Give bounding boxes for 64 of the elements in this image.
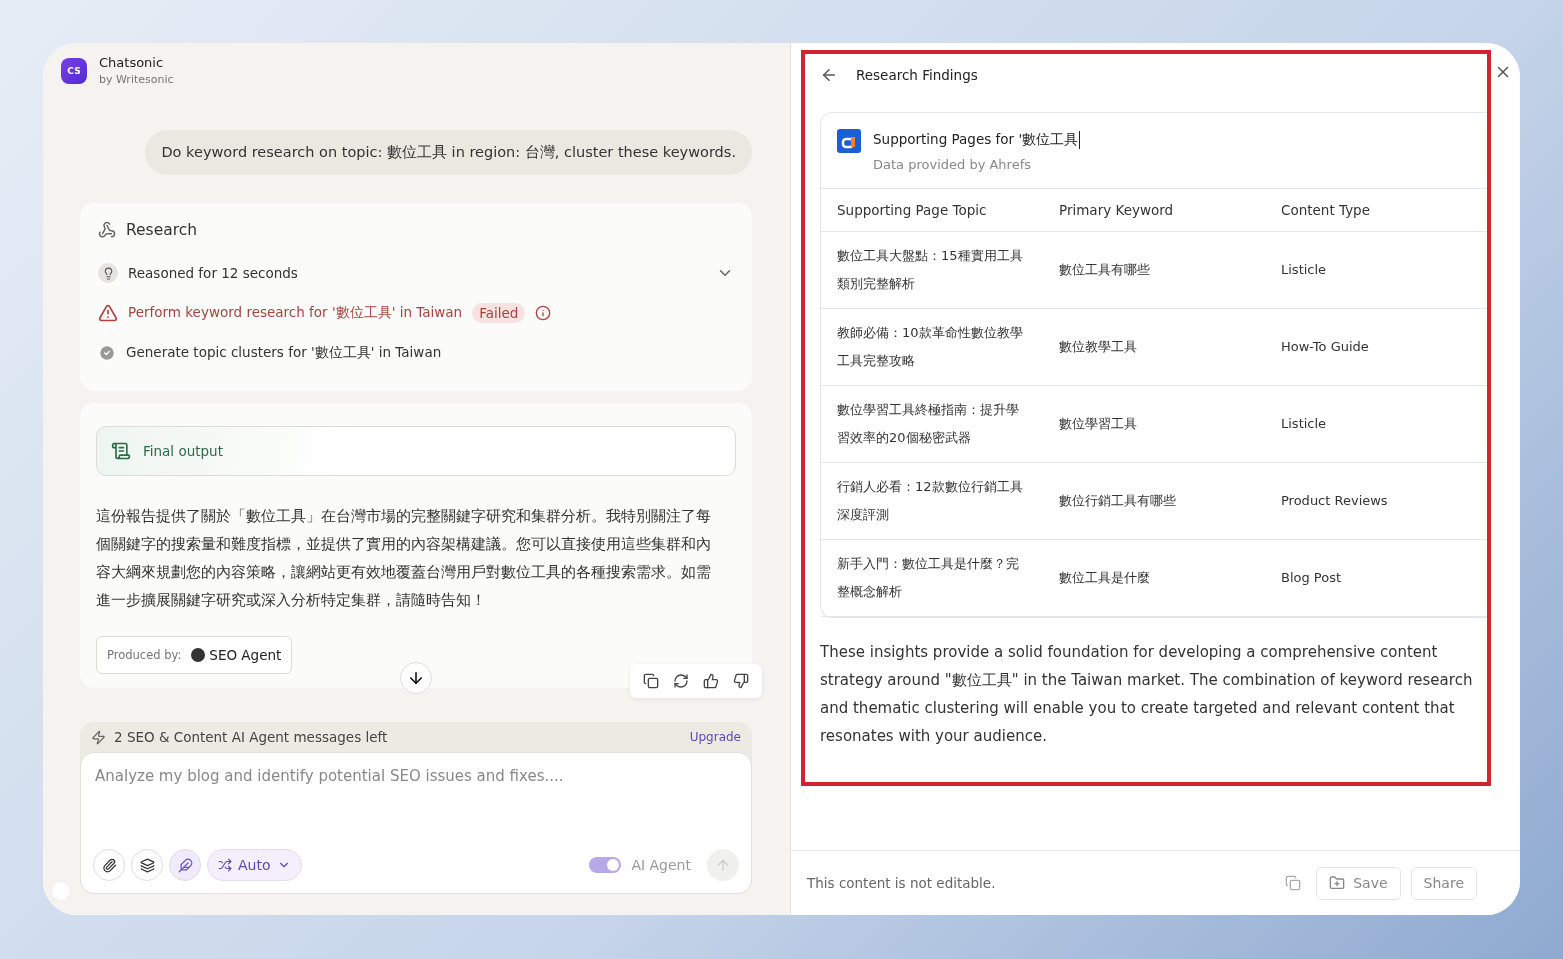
column-header: Supporting Page Topic	[821, 189, 1043, 231]
paperclip-icon	[101, 857, 117, 873]
final-output-header[interactable]: Final output	[96, 426, 736, 476]
research-title: Research	[126, 221, 198, 239]
ahrefs-logo-icon	[837, 129, 861, 153]
table-cell: 數位學習工具	[1043, 385, 1265, 462]
check-circle-icon	[98, 344, 116, 362]
feather-button[interactable]	[169, 849, 201, 881]
table-cell: 數位工具有哪些	[1043, 231, 1265, 308]
shuffle-icon	[218, 858, 232, 872]
app-byline: by Writesonic	[99, 73, 174, 86]
card-subtitle: Data provided by Ahrefs	[873, 157, 1032, 172]
table-cell: Listicle	[1265, 385, 1487, 462]
avatar-icon	[191, 648, 206, 662]
table-cell: 數位教學工具	[1043, 308, 1265, 385]
info-icon[interactable]	[535, 305, 552, 321]
status-badge: Failed	[472, 303, 526, 323]
step-text: Perform keyword research for '數位工具' in Taiwan	[128, 304, 463, 322]
table-cell: Blog Post	[1265, 539, 1487, 616]
step-text: Reasoned for 12 seconds	[128, 265, 298, 281]
mode-dropdown[interactable]: Auto	[207, 849, 302, 881]
column-header: Primary Keyword	[1043, 189, 1265, 231]
user-message: Do keyword research on topic: 數位工具 in region: 台灣, cluster these keywords.	[145, 130, 752, 175]
column-header: Content Type	[1265, 189, 1487, 231]
table-cell: How-To Guide	[1265, 308, 1487, 385]
table-cell: 行銷人必看：12款數位行銷工具深度評測	[821, 462, 1043, 539]
table-cell: 新手入門：數位工具是什麼？完整概念解析	[821, 539, 1043, 616]
scroll-icon	[111, 441, 131, 461]
table-cell: 數位學習工具終極指南：提升學習效率的20個秘密武器	[821, 385, 1043, 462]
summary-text: These insights provide a solid foundation for developing a comprehensive content strategy around "數位工具" in the Taiwan market. The combination of keyword research and thematic clustering will enable you to create targeted and relevant content that resonates with your audience.	[820, 641, 1474, 747]
app-name: Chatsonic	[99, 55, 165, 70]
agent-label: AI Agent	[631, 857, 691, 873]
warning-icon	[98, 303, 118, 323]
feather-icon	[177, 857, 193, 873]
produced-by-label: Produced by:	[107, 648, 182, 662]
scroll-down-button[interactable]	[400, 662, 432, 694]
agent-toggle[interactable]	[589, 857, 622, 873]
final-output-title: Final output	[143, 443, 223, 459]
table-cell: 數位工具大盤點：15種實用工具類別完整解析	[821, 231, 1043, 308]
table-cell: 數位工具是什麼	[1043, 539, 1265, 616]
agent-name: SEO Agent	[191, 647, 282, 663]
layers-icon	[139, 857, 155, 873]
card-title: Supporting Pages for '數位工具	[873, 131, 1081, 149]
upgrade-link[interactable]: Upgrade	[689, 730, 741, 744]
message-input[interactable]: Analyze my blog and identify potential SEO issues and fixes.... Auto AI Agent	[80, 752, 752, 894]
arrow-down-icon	[407, 669, 425, 687]
share-button[interactable]: Share	[1410, 866, 1477, 900]
attach-button[interactable]	[93, 849, 125, 881]
step-text: Generate topic clusters for '數位工具' in Taiwan	[126, 344, 442, 362]
table-cell: Product Reviews	[1265, 462, 1487, 539]
panel-title: Research Findings	[856, 67, 978, 83]
app-logo: CS	[61, 57, 87, 84]
folder-plus-icon	[1329, 875, 1346, 891]
save-button[interactable]: Save	[1316, 866, 1401, 900]
webhook-icon	[98, 221, 116, 239]
final-output-text: 這份報告提供了關於「數位工具」在台灣市場的完整關鍵字研究和集群分析。我特別關注了每個關鍵字的搜索量和難度指標，並提供了實用的內容架構建議。您可以直接使用這些集群和內容大綱來規劃您的內容策略，讓網站更有效地覆蓋台灣用戶對數位工具的各種搜索需求。如需進一步擴展關鍵字研究或深入分析特定集群，請隨時告知！	[96, 507, 712, 610]
table-cell: 教師必備：10款革命性數位教學工具完整攻略	[821, 308, 1043, 385]
quota-text: 2 SEO & Content AI Agent messages left	[114, 729, 389, 745]
table-cell: 數位行銷工具有哪些	[1043, 462, 1265, 539]
lightbulb-icon	[98, 263, 118, 283]
lightning-icon	[91, 729, 106, 745]
footer-note: This content is not editable.	[807, 875, 997, 891]
table-cell: Listicle	[1265, 231, 1487, 308]
layers-button[interactable]	[131, 849, 163, 881]
